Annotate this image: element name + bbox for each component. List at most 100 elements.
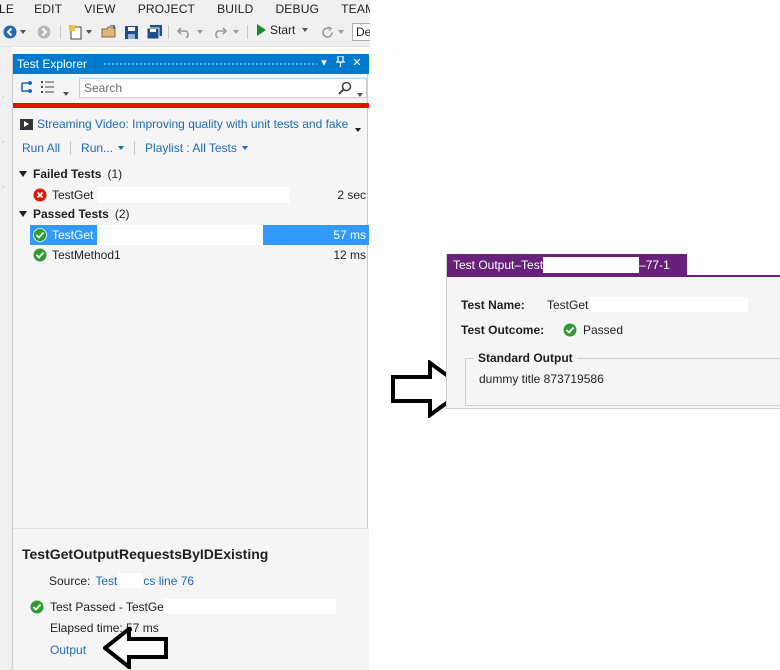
test-outcome-value: Passed: [583, 323, 624, 337]
playlist-link[interactable]: Streaming Video: Improving quality with …: [20, 116, 365, 132]
test-actions: Run All Run... Playlist : All Tests: [22, 140, 248, 156]
menu-project[interactable]: PROJECT: [138, 2, 195, 16]
back-dropdown-icon[interactable]: [19, 24, 27, 40]
open-file-icon[interactable]: [101, 24, 117, 40]
test-name: TestGet: [52, 188, 94, 202]
passed-icon: [30, 600, 44, 614]
redo-icon[interactable]: [212, 24, 228, 40]
solution-configuration-select[interactable]: De: [352, 23, 370, 41]
result-row: Test Passed - TestGe: [30, 599, 336, 614]
titlebar-grip: [103, 62, 317, 66]
refresh-dropdown-icon[interactable]: [337, 24, 345, 40]
menu-file[interactable]: LE: [0, 2, 14, 16]
close-icon[interactable]: ✕: [350, 56, 364, 69]
group-name: Passed Tests: [33, 207, 109, 221]
action-separator: [70, 141, 72, 155]
start-icon: [257, 24, 266, 36]
new-dropdown-icon[interactable]: [85, 24, 93, 40]
pin-icon[interactable]: [333, 55, 347, 70]
output-link[interactable]: Output: [50, 643, 86, 657]
test-row[interactable]: TestGet 2 sec: [13, 185, 369, 205]
gutter-tab-3[interactable]: ∙: [2, 182, 4, 191]
test-explorer-toolbar: [13, 76, 369, 100]
expand-icon[interactable]: [19, 171, 27, 177]
test-output-window: Test Output–Test –77-1 Test Name: TestGe…: [446, 254, 780, 409]
redo-dropdown-icon[interactable]: [232, 24, 240, 40]
redacted-region: [119, 573, 144, 588]
menu-team[interactable]: TEAM: [341, 2, 370, 16]
gutter-tab-1[interactable]: ∙: [2, 92, 4, 101]
action-separator: [134, 141, 136, 155]
result-text: Test Passed - TestGe: [50, 599, 164, 614]
menu-build[interactable]: BUILD: [217, 2, 253, 16]
left-tool-gutter: ∙ ∙ ∙: [0, 47, 12, 670]
playlist-link-text: Streaming Video: Improving quality with …: [37, 117, 349, 131]
playlist-select-dropdown-icon: [241, 146, 248, 150]
test-explorer-title: Test Explorer: [17, 57, 88, 71]
search-dropdown-icon[interactable]: [357, 86, 363, 100]
passed-icon: [33, 228, 47, 242]
test-name-value: TestGet: [547, 297, 589, 312]
search-icon[interactable]: [338, 81, 352, 95]
start-debugging-button[interactable]: Start: [257, 23, 309, 37]
test-output-title-prefix: Test Output–Test: [453, 257, 544, 272]
playlist-link-dropdown-icon[interactable]: [355, 121, 365, 135]
new-project-icon[interactable]: [68, 24, 84, 40]
source-label: Source:: [49, 573, 91, 588]
failed-icon: [33, 188, 47, 202]
playlist-select[interactable]: Playlist : All Tests: [145, 141, 248, 155]
group-count: (2): [114, 207, 130, 221]
run-all-button[interactable]: Run All: [22, 141, 60, 155]
redacted-region: [163, 599, 336, 614]
test-row-selected[interactable]: TestGet 57 ms: [13, 225, 369, 245]
save-icon[interactable]: [124, 24, 138, 40]
main-toolbar: Start De: [0, 17, 370, 47]
tab-underline: [447, 275, 780, 277]
menu-edit[interactable]: EDIT: [34, 2, 62, 16]
window-position-icon[interactable]: ▾: [317, 56, 331, 69]
undo-icon[interactable]: [176, 24, 192, 40]
source-link[interactable]: Test: [95, 574, 117, 588]
test-details-title: TestGetOutputRequestsByIDExisting: [22, 546, 269, 562]
menu-view[interactable]: VIEW: [84, 2, 115, 16]
test-outcome-row: Test Outcome: Passed: [461, 323, 623, 337]
standard-output-text[interactable]: dummy title 873719586: [479, 372, 604, 386]
passed-tests-group[interactable]: Passed Tests (2): [19, 207, 130, 221]
redacted-region: [590, 297, 749, 312]
redacted-region: [543, 256, 640, 273]
test-duration: 2 sec: [337, 188, 366, 202]
source-link-line[interactable]: cs line 76: [143, 574, 194, 588]
tab-strip-blank: [687, 254, 780, 275]
gutter-tab-2[interactable]: ∙: [2, 137, 4, 146]
arrow-left-icon: [103, 627, 168, 669]
test-row[interactable]: TestMethod1 12 ms: [13, 245, 369, 265]
test-name-label: Test Name:: [461, 297, 525, 312]
forward-icon[interactable]: [37, 24, 51, 40]
menu-debug[interactable]: DEBUG: [275, 2, 319, 16]
test-explorer-titlebar[interactable]: Test Explorer ▾ ✕: [13, 54, 369, 74]
test-output-title-suffix: –77-1: [639, 257, 670, 272]
run-button[interactable]: Run...: [81, 141, 125, 155]
toolbar-separator: [60, 25, 61, 39]
playlist-dropdown-icon[interactable]: [63, 85, 69, 99]
standard-output-label: Standard Output: [474, 351, 577, 365]
refresh-icon[interactable]: [320, 24, 334, 40]
test-name-row: Test Name: TestGet: [461, 297, 749, 312]
expand-icon[interactable]: [19, 211, 27, 217]
undo-dropdown-icon[interactable]: [196, 24, 204, 40]
test-name: TestMethod1: [52, 248, 121, 262]
test-name: TestGet: [52, 228, 94, 242]
redacted-region: [97, 187, 289, 203]
redacted-region: [97, 225, 263, 245]
search-input[interactable]: [80, 81, 330, 95]
back-icon[interactable]: [3, 24, 17, 40]
playlist-icon[interactable]: [41, 80, 57, 97]
video-icon: [20, 118, 33, 130]
run-dropdown-icon: [118, 146, 125, 150]
test-explorer-panel: Test Explorer ▾ ✕ Streaming Video: Impro…: [12, 54, 369, 670]
save-all-icon[interactable]: [146, 24, 162, 40]
source-row: Source: Test cs line 76: [49, 573, 194, 588]
start-dropdown-icon[interactable]: [302, 28, 309, 32]
group-by-icon[interactable]: [20, 80, 34, 97]
failed-tests-group[interactable]: Failed Tests (1): [19, 167, 122, 181]
